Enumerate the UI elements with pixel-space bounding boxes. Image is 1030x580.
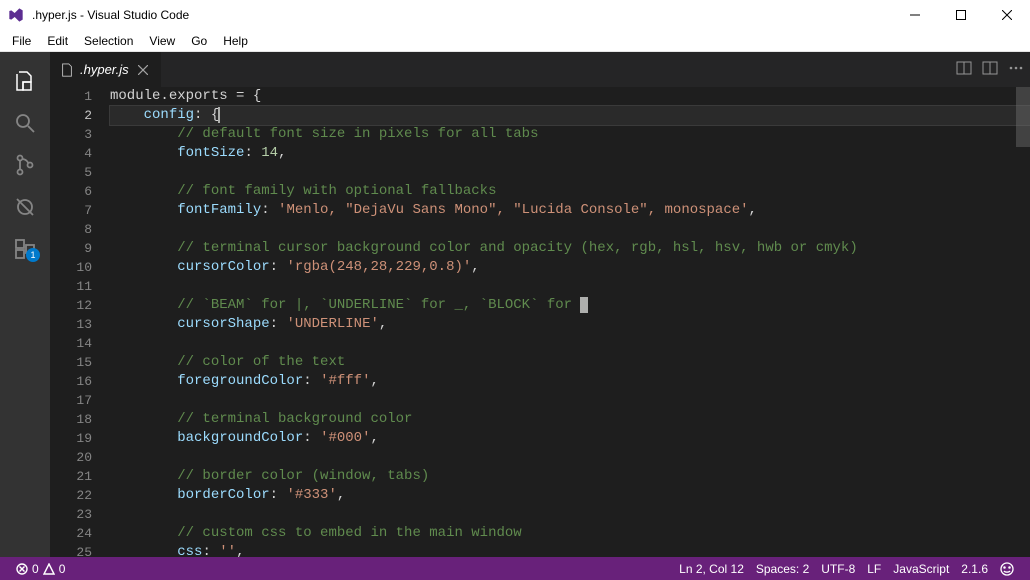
menu-edit[interactable]: Edit <box>39 32 76 50</box>
file-icon <box>60 63 74 77</box>
tab-actions <box>950 52 1030 87</box>
source-control-icon <box>13 153 37 177</box>
activity-extensions[interactable]: 1 <box>0 228 50 270</box>
activity-scm[interactable] <box>0 144 50 186</box>
tab-label: .hyper.js <box>80 62 129 77</box>
maximize-button[interactable] <box>938 0 984 30</box>
menu-view[interactable]: View <box>141 32 183 50</box>
smiley-icon <box>1000 562 1014 576</box>
minimize-button[interactable] <box>892 0 938 30</box>
menu-selection[interactable]: Selection <box>76 32 141 50</box>
status-line-col[interactable]: Ln 2, Col 12 <box>673 562 750 576</box>
menu-help[interactable]: Help <box>215 32 256 50</box>
status-problems[interactable]: 0 0 <box>10 562 71 576</box>
extensions-badge: 1 <box>26 248 40 262</box>
more-actions-icon[interactable] <box>1008 60 1024 79</box>
status-version[interactable]: 2.1.6 <box>955 562 994 576</box>
status-encoding[interactable]: UTF-8 <box>815 562 861 576</box>
search-icon <box>13 111 37 135</box>
status-bar: 0 0 Ln 2, Col 12 Spaces: 2 UTF-8 LF Java… <box>0 557 1030 580</box>
editor-group: .hyper.js 123456789101112131415161718192… <box>50 52 1030 557</box>
activity-bar: 1 <box>0 52 50 557</box>
vscode-logo-icon <box>8 7 24 23</box>
close-button[interactable] <box>984 0 1030 30</box>
warning-icon <box>43 563 55 575</box>
status-feedback[interactable] <box>994 562 1020 576</box>
split-editor-icon[interactable] <box>982 60 998 79</box>
line-number-gutter: 1234567891011121314151617181920212223242… <box>50 87 110 557</box>
menu-bar: File Edit Selection View Go Help <box>0 30 1030 52</box>
menu-go[interactable]: Go <box>183 32 215 50</box>
menu-file[interactable]: File <box>4 32 39 50</box>
status-eol[interactable]: LF <box>861 562 887 576</box>
scrollbar-thumb[interactable] <box>1016 87 1030 147</box>
code-content[interactable]: module.exports = { config: { // default … <box>110 87 1030 557</box>
status-language[interactable]: JavaScript <box>887 562 955 576</box>
status-indent[interactable]: Spaces: 2 <box>750 562 815 576</box>
files-icon <box>13 69 37 93</box>
activity-debug[interactable] <box>0 186 50 228</box>
tab-close-button[interactable] <box>135 62 151 78</box>
window-title: .hyper.js - Visual Studio Code <box>32 8 892 22</box>
split-preview-icon[interactable] <box>956 60 972 79</box>
activity-explorer[interactable] <box>0 60 50 102</box>
error-icon <box>16 563 28 575</box>
title-bar: .hyper.js - Visual Studio Code <box>0 0 1030 30</box>
code-editor[interactable]: 1234567891011121314151617181920212223242… <box>50 87 1030 557</box>
activity-search[interactable] <box>0 102 50 144</box>
tab-hyper-js[interactable]: .hyper.js <box>50 52 162 87</box>
tab-bar: .hyper.js <box>50 52 1030 87</box>
main-area: 1 .hyper.js 1234567891011121314151617181… <box>0 52 1030 557</box>
vertical-scrollbar[interactable] <box>1016 87 1030 557</box>
debug-icon <box>13 195 37 219</box>
